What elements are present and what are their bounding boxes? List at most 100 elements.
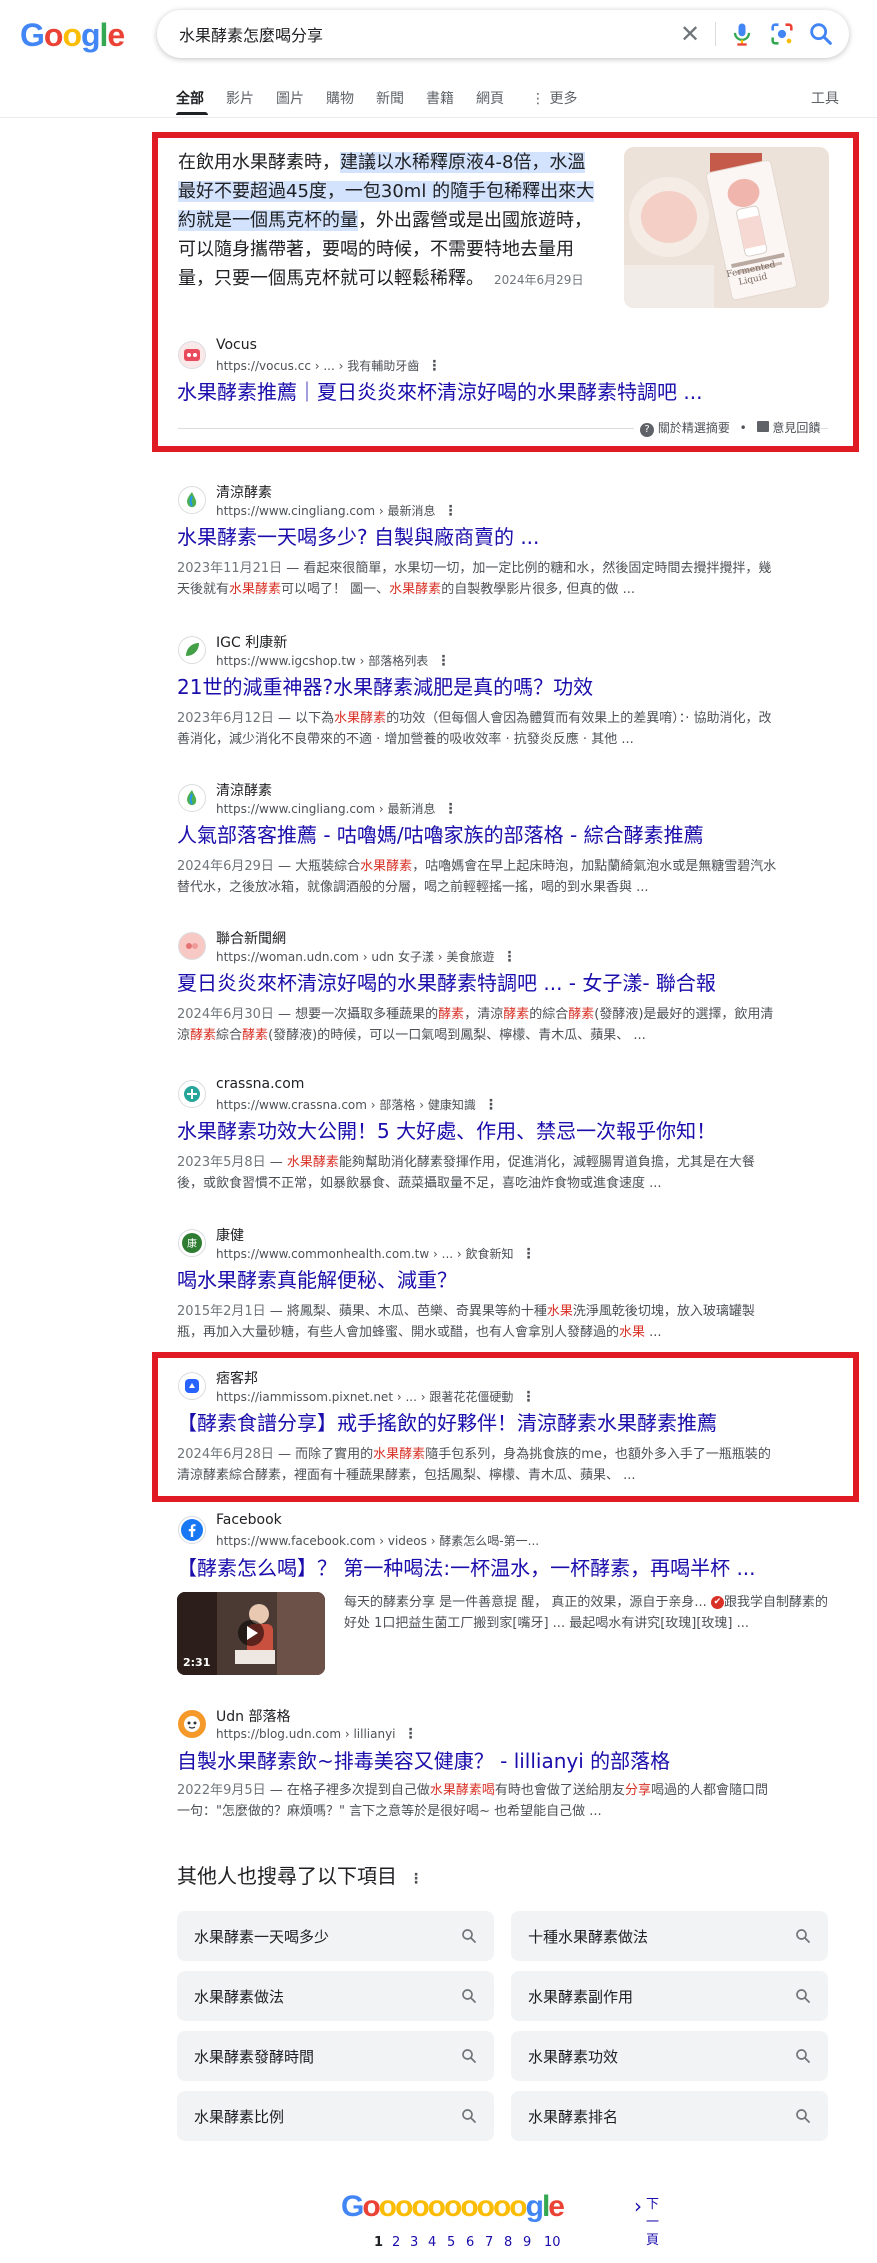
source-url[interactable]: https://www.commonhealth.com.tw › ... › … [216,1245,536,1262]
search-input[interactable] [177,23,647,45]
snippet-text: 有時也會做了送給朋友 [494,1783,625,1798]
google-logo[interactable]: Google [20,16,125,54]
source-url[interactable]: https://www.cingliang.com › 最新消息 ⋮ [216,502,457,519]
snippet-text: ，清涼 [464,1007,504,1022]
snippet-date: 2024年6月29日 [494,273,584,287]
related-search-chip[interactable]: 水果酵素發酵時間 [177,2031,494,2081]
video-thumbnail[interactable]: 2:31 [177,1592,325,1675]
related-search-label: 水果酵素發酵時間 [194,2048,315,2066]
snippet-text: — 大瓶裝綜合 [273,859,361,874]
active-tab-indicator [176,112,208,115]
source-url[interactable]: https://iammissom.pixnet.net › ... › 跟著花… [216,1388,535,1405]
related-search-chip[interactable]: 水果酵素功效 [511,2031,828,2081]
related-search-chip[interactable]: 水果酵素副作用 [511,1971,828,2021]
tab-label: 新聞 [376,91,404,107]
tools-button[interactable]: 工具 [811,88,839,108]
related-search-chip[interactable]: 水果酵素一天喝多少 [177,1911,494,1961]
source-url[interactable]: https://www.igcshop.tw › 部落格列表 ⋮ [216,652,450,669]
result-title[interactable]: 水果酵素一天喝多少? 自製與廠商賣的 ... [177,524,539,550]
more-options-icon[interactable]: ⋮ [427,358,441,374]
page-link[interactable]: 9 [523,2235,531,2250]
tab-all[interactable]: 全部 [176,88,208,115]
result-snippet: 2023年5月8日 — 水果酵素能夠幫助消化酵素發揮作用，促進消化，減輕腸胃道負… [177,1152,777,1194]
source-url[interactable]: https://vocus.cc › ... › 我有輔助牙齒 ⋮ [216,357,441,374]
tab-label: 全部 [176,91,204,107]
header-divider [0,117,877,118]
featured-result-title[interactable]: 水果酵素推薦｜夏日炎炎來杯清涼好喝的水果酵素特調吧 ... [177,379,702,405]
more-options-icon[interactable]: ⋮ [409,1871,423,1887]
snippet-text: 的自製教學影片很多, 但真的做 ... [441,582,635,597]
result-snippet: 2024年6月30日 — 想要一次攝取多種蔬果的酵素，清涼酵素的綜合酵素(發酵液… [177,1004,777,1046]
search-icon[interactable] [807,20,835,48]
page-link[interactable]: 6 [466,2235,474,2250]
next-page-link[interactable]: 下一頁 [646,2196,660,2250]
more-dots-icon: ⋮ [531,91,550,107]
related-search-chip[interactable]: 水果酵素比例 [177,2091,494,2141]
google-lens-icon[interactable] [768,20,796,48]
page-link[interactable]: 10 [544,2235,561,2250]
source-url[interactable]: https://www.crassna.com › 部落格 › 健康知識 ⋮ [216,1096,498,1113]
related-search-chip[interactable]: 水果酵素做法 [177,1971,494,2021]
page-link[interactable]: 3 [410,2235,418,2250]
cingliang-favicon [178,486,206,514]
clear-icon[interactable]: ✕ [676,20,704,48]
page-link[interactable]: 8 [504,2235,512,2250]
page-link[interactable]: 4 [428,2235,436,2250]
source-url[interactable]: https://www.facebook.com › videos › 酵素怎么… [216,1532,539,1549]
result-title[interactable]: 人氣部落客推薦 - 咕嚕媽/咕嚕家族的部落格 - 綜合酵素推薦 [177,822,704,848]
snippet-emphasis: 水果酵素 [373,1447,426,1462]
result-title[interactable]: 自製水果酵素飲~排毒美容又健康？ - lillianyi 的部落格 [177,1748,670,1774]
result-snippet: 2015年2月1日 — 將鳳梨、蘋果、木瓜、芭樂、奇異果等約十種水果洗淨風乾後切… [177,1301,777,1343]
tab-books[interactable]: 書籍 [426,88,454,108]
snippet-text: 每天的酵素分享 是一件善意提 醒， 真正的效果，源自于亲身... [344,1595,711,1610]
microphone-icon[interactable] [728,20,756,48]
about-snippets-link[interactable]: 關於精選摘要 [658,421,730,435]
source-site-name: IGC 利康新 [216,635,288,651]
source-site-name: 清涼酵素 [216,783,272,799]
more-options-icon[interactable]: ⋮ [443,503,457,519]
more-options-icon[interactable]: ⋮ [404,1726,418,1742]
page-link[interactable]: 5 [447,2235,455,2250]
tab-shopping[interactable]: 購物 [326,88,354,108]
source-url[interactable]: https://blog.udn.com › lillianyi ⋮ [216,1726,418,1742]
next-arrow-icon[interactable]: › [634,2194,642,2218]
page-link[interactable]: 7 [485,2235,493,2250]
result-title[interactable]: 21世的減重神器?水果酵素減肥是真的嗎？功效 [177,674,593,700]
related-search-chip[interactable]: 水果酵素排名 [511,2091,828,2141]
more-options-icon[interactable]: ⋮ [484,1097,498,1113]
search-icon [462,1929,476,1943]
snippet-text: 的綜合 [529,1007,569,1022]
feedback-link[interactable]: 意見回饋 [772,421,820,435]
more-options-icon[interactable]: ⋮ [521,1389,535,1405]
more-options-icon[interactable]: ⋮ [502,949,516,965]
more-options-icon[interactable]: ⋮ [436,653,450,669]
video-result-title[interactable]: 【酵素怎么喝】？ 第一种喝法:一杯温水，一杯酵素，再喝半杯 ... [177,1555,756,1581]
result-snippet: 2023年11月21日 — 看起來很簡單，水果切一切，加一定比例的糖和水，然後固… [177,558,777,600]
result-title[interactable]: 【酵素食譜分享】戒手搖飲的好夥伴！清涼酵素水果酵素推薦 [177,1410,717,1436]
source-url-text: https://vocus.cc › ... › 我有輔助牙齒 [216,359,420,373]
tab-label: 購物 [326,91,354,107]
source-site-name: 康健 [216,1228,244,1244]
search-icon [462,2049,476,2063]
source-url-text: https://www.cingliang.com › 最新消息 [216,802,436,816]
result-title[interactable]: 喝水果酵素真能解便秘、減重？ [177,1267,457,1293]
related-search-label: 十種水果酵素做法 [528,1928,649,1946]
featured-image[interactable]: Fermented Liquid [624,147,829,308]
result-title[interactable]: 夏日炎炎來杯清涼好喝的水果酵素特調吧 ... - 女子漾- 聯合報 [177,970,716,996]
source-url[interactable]: https://woman.udn.com › udn 女子漾 › 美食旅遊 ⋮ [216,948,516,965]
related-search-chip[interactable]: 十種水果酵素做法 [511,1911,828,1961]
source-site-name: Facebook [216,1512,282,1528]
source-url[interactable]: https://www.cingliang.com › 最新消息 ⋮ [216,800,457,817]
result-title[interactable]: 水果酵素功效大公開！5 大好處、作用、禁忌一次報乎你知！ [177,1118,716,1144]
separator-dot: • [739,421,747,435]
more-options-icon[interactable]: ⋮ [522,1246,536,1262]
page-link[interactable]: 2 [392,2235,400,2250]
cingliang-favicon [178,784,206,812]
tab-more[interactable]: ⋮ 更多 [531,88,577,108]
snippet-emphasis: 水果酵素喝 [429,1783,495,1798]
more-options-icon[interactable]: ⋮ [443,801,457,817]
tab-images[interactable]: 圖片 [276,88,304,108]
tab-videos[interactable]: 影片 [226,88,254,108]
tab-web[interactable]: 網頁 [476,88,504,108]
tab-news[interactable]: 新聞 [376,88,404,108]
